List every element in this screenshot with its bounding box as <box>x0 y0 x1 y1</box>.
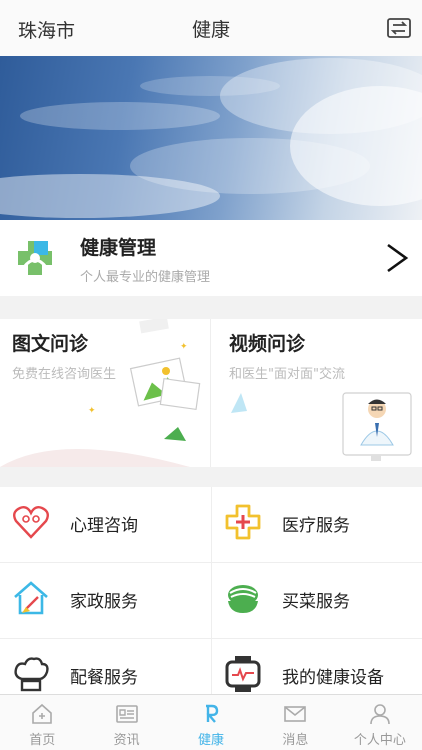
vegetable-bowl-icon <box>228 585 258 613</box>
health-icon <box>206 704 219 723</box>
service-medical[interactable]: 医疗服务 <box>211 487 422 563</box>
nav-label: 个人中心 <box>353 733 406 748</box>
top-bar: 珠海市 健康 <box>0 0 422 56</box>
switch-icon[interactable] <box>386 16 412 40</box>
service-grocery[interactable]: 买菜服务 <box>211 563 422 639</box>
sky-banner[interactable] <box>0 56 422 220</box>
service-label: 家政服务 <box>70 592 138 612</box>
services-grid: 心理咨询 医疗服务 家政服务 买菜服务 配餐服务 我的健康设备 <box>0 487 422 715</box>
nav-item-profile[interactable]: 个人中心 <box>338 695 422 750</box>
service-psychology[interactable]: 心理咨询 <box>0 487 211 563</box>
video-consultation-title: 视频问诊 <box>229 333 306 355</box>
bottom-nav: 首页 资讯 健康 消息 个人中心 <box>0 694 422 750</box>
heart-mind-icon <box>13 505 49 539</box>
svg-text:✦: ✦ <box>88 406 96 416</box>
video-consultation-card[interactable]: 视频问诊 和医生"面对面"交流 <box>211 319 422 467</box>
picture-consultation-subtitle: 免费在线咨询医生 <box>12 367 117 382</box>
user-icon <box>370 704 390 725</box>
service-label: 心理咨询 <box>70 516 138 536</box>
nav-label: 首页 <box>29 733 56 748</box>
service-label: 配餐服务 <box>70 668 138 688</box>
chef-hat-icon <box>14 657 49 692</box>
nav-item-news[interactable]: 资讯 <box>84 695 168 750</box>
health-cross-icon <box>18 241 52 275</box>
service-label: 医疗服务 <box>282 516 350 536</box>
nav-label: 资讯 <box>113 733 140 748</box>
city-selector[interactable]: 珠海市 <box>18 16 75 43</box>
home-icon <box>32 703 53 724</box>
medical-cross-icon <box>225 504 261 540</box>
nav-label: 消息 <box>282 733 309 748</box>
nav-item-health[interactable]: 健康 <box>169 695 253 750</box>
health-management-subtitle: 个人最专业的健康管理 <box>80 270 211 285</box>
news-icon <box>115 705 138 723</box>
svg-text:✦: ✦ <box>180 342 188 352</box>
health-watch-icon <box>225 656 261 692</box>
mail-icon <box>284 706 307 722</box>
video-consultation-subtitle: 和医生"面对面"交流 <box>229 367 345 382</box>
picture-consultation-card[interactable]: ✦ ✦ 图文问诊 免费在线咨询医生 <box>0 319 211 467</box>
nav-item-home[interactable]: 首页 <box>0 695 84 750</box>
service-label: 买菜服务 <box>282 592 350 612</box>
house-broom-icon <box>14 581 48 615</box>
cloud-image <box>0 58 422 218</box>
chevron-right-icon[interactable] <box>384 242 410 274</box>
nav-item-messages[interactable]: 消息 <box>253 695 337 750</box>
health-app-screen: 珠海市 健康 健康管理 个人最专业的健康管理 ✦ ✦ 图文问诊 免费在线咨询医生… <box>0 0 422 750</box>
nav-label: 健康 <box>198 733 225 748</box>
service-label: 我的健康设备 <box>282 668 384 688</box>
health-management-card[interactable]: 健康管理 个人最专业的健康管理 <box>0 220 422 296</box>
health-management-title: 健康管理 <box>80 237 157 259</box>
page-title: 健康 <box>191 18 230 41</box>
service-housekeeping[interactable]: 家政服务 <box>0 563 211 639</box>
picture-consultation-title: 图文问诊 <box>12 333 89 355</box>
